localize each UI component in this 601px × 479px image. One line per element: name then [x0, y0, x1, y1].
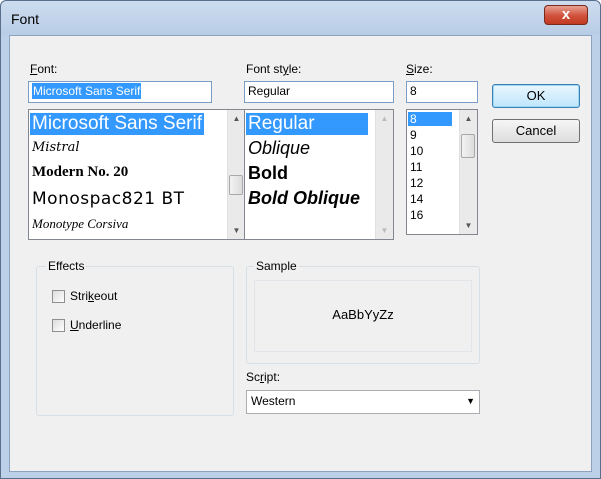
scroll-down-icon[interactable]: ▼ [376, 222, 393, 239]
font-list-item[interactable]: Modern No. 20 [30, 164, 128, 181]
strikeout-label-pre: Stri [70, 289, 88, 303]
underline-label-accel: U [70, 318, 79, 332]
font-label: Font: [30, 62, 57, 76]
size-list[interactable]: 8 9 10 11 12 14 16 ▲ ▼ [406, 109, 478, 235]
scroll-down-icon[interactable]: ▼ [460, 217, 477, 234]
size-list-scrollbar[interactable]: ▲ ▼ [459, 110, 477, 234]
font-style-item[interactable]: Bold Oblique [246, 188, 360, 209]
strikeout-label[interactable]: Strikeout [70, 289, 117, 303]
font-label-text: ont: [37, 62, 58, 76]
size-item[interactable]: 11 [408, 160, 422, 174]
font-style-label-pre: Font st [246, 62, 283, 76]
dialog-title: Font [11, 11, 40, 27]
font-list-item[interactable]: Monotype Corsiva [30, 216, 128, 232]
script-label-post: ipt: [264, 370, 281, 384]
scroll-thumb[interactable] [461, 134, 475, 158]
script-dropdown-value: Western [251, 394, 296, 408]
sample-group-title: Sample [254, 259, 299, 273]
scroll-up-icon[interactable]: ▲ [460, 110, 477, 127]
size-item[interactable]: 14 [408, 192, 423, 206]
font-style-label-post: le: [288, 62, 302, 76]
size-item[interactable]: 9 [408, 128, 417, 142]
font-list-item[interactable]: Mistral [30, 140, 80, 155]
dialog-client-area: Font: Microsoft Sans Serif Microsoft San… [9, 35, 592, 472]
font-name-input[interactable]: Microsoft Sans Serif [28, 81, 212, 103]
scroll-up-icon[interactable]: ▲ [228, 110, 245, 127]
size-item[interactable]: 10 [408, 144, 423, 158]
effects-group-title: Effects [46, 259, 87, 273]
underline-label[interactable]: Underline [70, 318, 121, 332]
script-label-pre: Sc [246, 370, 261, 384]
font-style-input[interactable]: Regular [244, 81, 394, 103]
scroll-up-icon[interactable]: ▲ [376, 110, 393, 127]
cancel-button[interactable]: Cancel [492, 119, 580, 143]
font-list-item[interactable]: Monospac821 BT [30, 189, 185, 209]
close-icon: x [561, 6, 571, 23]
strikeout-label-post: eout [94, 289, 118, 303]
size-label: Size: [406, 62, 433, 76]
script-label: Script: [246, 370, 280, 384]
scroll-thumb[interactable] [229, 175, 243, 195]
font-style-list[interactable]: Regular Oblique Bold Bold Oblique ▲ ▼ [244, 109, 394, 240]
font-name-list[interactable]: Microsoft Sans Serif Mistral Modern No. … [28, 109, 246, 240]
close-button[interactable]: x [544, 5, 588, 25]
font-style-scrollbar[interactable]: ▲ ▼ [375, 110, 393, 239]
ok-button[interactable]: OK [492, 84, 580, 108]
strikeout-checkbox[interactable] [52, 290, 65, 303]
sample-preview: AaBbYyZz [254, 280, 472, 352]
size-label-accel: S [406, 62, 415, 76]
size-input[interactable]: 8 [406, 81, 478, 103]
font-name-input-value: Microsoft Sans Serif [32, 83, 142, 99]
underline-label-post: nderline [78, 318, 122, 332]
font-list-item[interactable]: Microsoft Sans Serif [30, 113, 204, 135]
font-style-item[interactable]: Oblique [246, 138, 310, 159]
sample-text: AaBbYyZz [332, 307, 394, 322]
scroll-down-icon[interactable]: ▼ [228, 222, 245, 239]
font-style-item[interactable]: Regular [246, 113, 368, 135]
title-bar[interactable]: Font x [1, 1, 600, 35]
size-item[interactable]: 8 [408, 112, 452, 126]
size-item[interactable]: 16 [408, 208, 423, 222]
font-list-scrollbar[interactable]: ▲ ▼ [227, 110, 245, 239]
chevron-down-icon[interactable]: ▼ [466, 391, 475, 412]
underline-checkbox[interactable] [52, 319, 65, 332]
font-style-item[interactable]: Bold [246, 163, 288, 184]
script-dropdown[interactable]: Western ▼ [246, 390, 480, 414]
effects-group [36, 266, 234, 416]
size-label-text: ize: [414, 62, 433, 76]
font-style-label: Font style: [246, 62, 301, 76]
size-item[interactable]: 12 [408, 176, 423, 190]
font-dialog: Font x Font: Microsoft Sans Serif Micros… [0, 0, 601, 479]
